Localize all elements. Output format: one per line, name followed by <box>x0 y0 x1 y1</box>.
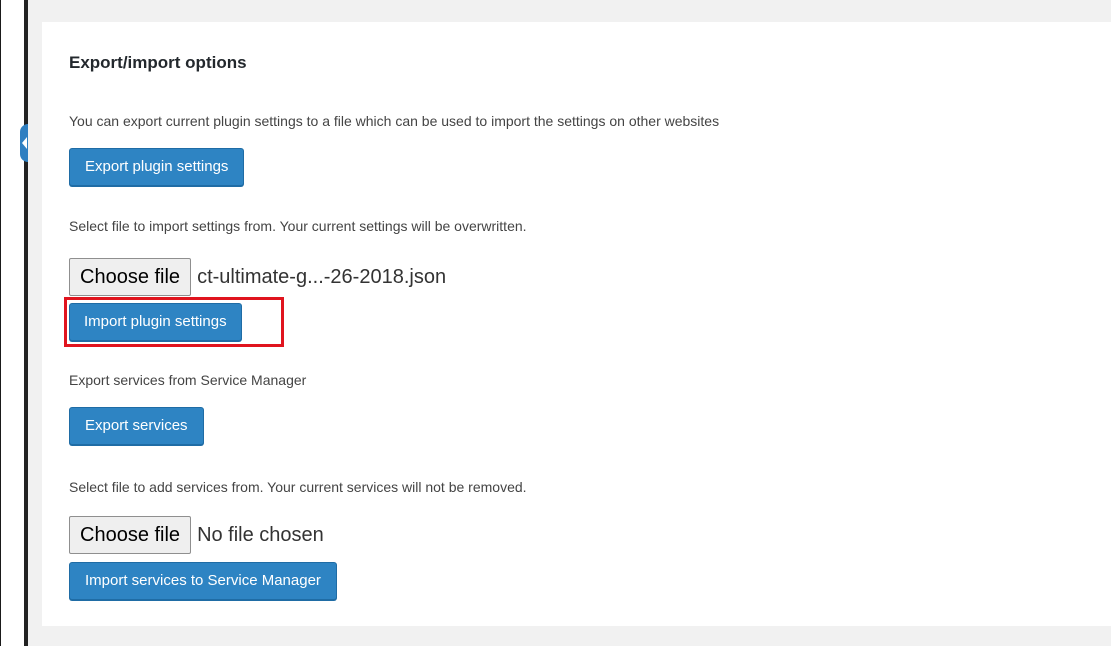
export-import-panel: Export/import options You can export cur… <box>42 22 1111 626</box>
import-plugin-settings-button[interactable]: Import plugin settings <box>69 303 242 341</box>
import-services-button[interactable]: Import services to Service Manager <box>69 562 337 600</box>
collapse-sidebar-tab[interactable] <box>20 124 28 162</box>
export-plugin-settings-button[interactable]: Export plugin settings <box>69 148 245 186</box>
import-settings-description: Select file to import settings from. You… <box>69 218 527 234</box>
export-settings-description: You can export current plugin settings t… <box>69 113 720 129</box>
selected-file-name: ct-ultimate-g...-26-2018.json <box>197 265 447 288</box>
export-services-button[interactable]: Export services <box>69 407 204 445</box>
choose-file-button[interactable]: Choose file <box>69 258 192 296</box>
export-services-description: Export services from Service Manager <box>69 372 307 388</box>
selected-file-name: No file chosen <box>197 523 324 546</box>
import-settings-file-input[interactable]: Choose file ct-ultimate-g...-26-2018.jso… <box>69 258 446 296</box>
window-left-edge <box>0 0 1 646</box>
import-services-file-input[interactable]: Choose file No file chosen <box>69 516 324 554</box>
panel-title: Export/import options <box>69 53 247 72</box>
import-services-description: Select file to add services from. Your c… <box>69 479 527 495</box>
choose-file-button[interactable]: Choose file <box>69 516 192 554</box>
